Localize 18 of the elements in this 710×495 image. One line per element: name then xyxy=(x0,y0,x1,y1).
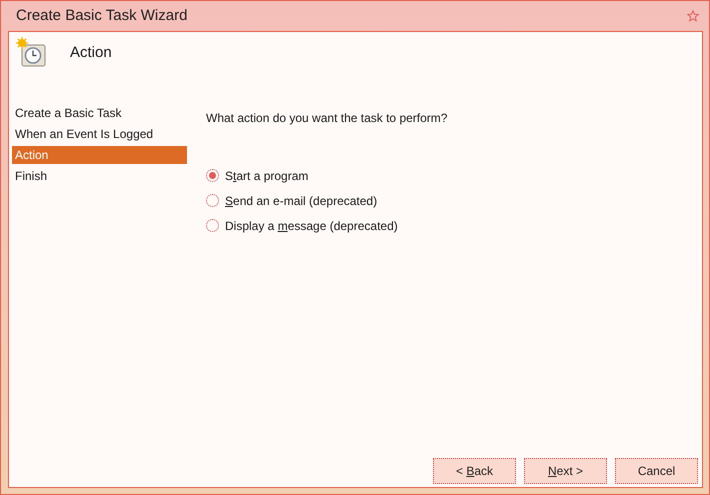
radio-label[interactable]: Start a program xyxy=(225,166,308,184)
radio-button[interactable] xyxy=(206,169,219,182)
radio-button[interactable] xyxy=(206,194,219,207)
radio-button[interactable] xyxy=(206,219,219,232)
wizard-step: Action xyxy=(12,146,187,164)
wizard-step: When an Event Is Logged xyxy=(12,125,187,146)
star-icon[interactable] xyxy=(687,10,699,22)
window-title: Create Basic Task Wizard xyxy=(16,6,188,26)
wizard-step: Finish xyxy=(12,167,187,188)
back-button[interactable]: < Back xyxy=(433,458,516,484)
question-text: What action do you want the task to perform? xyxy=(206,110,448,127)
clock-icon xyxy=(16,37,48,69)
next-button[interactable]: Next > xyxy=(524,458,607,484)
cancel-button[interactable]: Cancel xyxy=(615,458,698,484)
page-title: Action xyxy=(70,42,112,63)
radio-label[interactable]: Send an e-mail (deprecated) xyxy=(225,192,378,210)
radio-label[interactable]: Display a message (deprecated) xyxy=(225,216,398,234)
wizard-step: Create a Basic Task xyxy=(12,104,187,125)
